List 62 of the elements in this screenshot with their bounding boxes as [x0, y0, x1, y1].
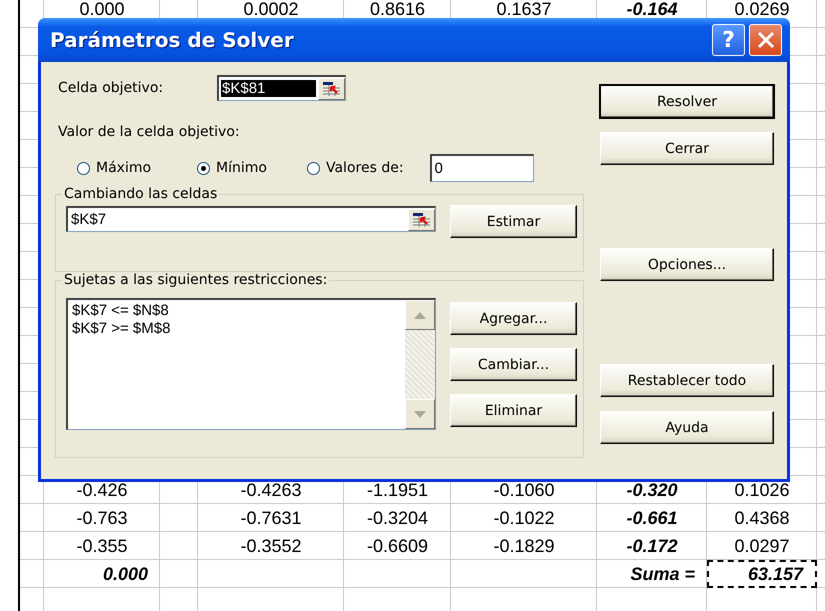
close-button[interactable] — [749, 24, 782, 56]
changing-cells-field[interactable]: $K$7 — [66, 206, 436, 232]
cell-value: -0.1829 — [493, 537, 555, 555]
cell-value: 0.1026 — [734, 481, 790, 499]
constraint-item[interactable]: $K$7 >= $M$8 — [72, 320, 401, 338]
scrollbar[interactable] — [405, 300, 435, 429]
cell-value: -0.172 — [626, 537, 678, 555]
dialog-button[interactable]: Resolver — [600, 85, 774, 118]
up-arrow-icon — [414, 312, 426, 318]
constraint-button[interactable]: Cambiar... — [450, 348, 577, 381]
range-select-button[interactable] — [318, 78, 345, 100]
cell-value: -0.1022 — [493, 509, 555, 527]
group-label: Cambiando las celdas — [63, 186, 218, 202]
value-input[interactable]: 0 — [430, 154, 534, 182]
cell-value: 0.8616 — [370, 0, 426, 18]
cell-value: -0.3552 — [240, 537, 302, 555]
cell-value: 0.000 — [102, 565, 148, 583]
range-select-icon — [412, 212, 430, 226]
range-select-button[interactable] — [408, 208, 435, 230]
constraints-list[interactable]: $K$7 <= $N$8 $K$7 >= $M$8 — [66, 298, 436, 430]
cell-value: 0.000 — [79, 0, 125, 18]
cell-value: 0.4368 — [734, 509, 790, 527]
cell-value: -0.763 — [76, 509, 128, 527]
target-cell-field[interactable]: $K$81 — [217, 75, 346, 101]
cell-value: -0.661 — [626, 509, 678, 527]
window-title: Parámetros de Solver — [50, 28, 295, 52]
range-select-icon — [322, 82, 340, 96]
value-label: Valor de la celda objetivo: — [57, 124, 241, 140]
radio-option[interactable]: Mínimo — [197, 160, 267, 176]
close-icon — [756, 31, 774, 49]
sum-label: Suma = — [630, 565, 695, 583]
dialog-button[interactable]: Restablecer todo — [600, 364, 774, 397]
dialog-button[interactable]: Ayuda — [600, 411, 774, 444]
cell-value: -0.320 — [626, 481, 678, 499]
cell-value: 0.0002 — [243, 0, 299, 18]
scroll-down-button[interactable] — [405, 399, 435, 429]
cell-value: -0.3204 — [366, 509, 428, 527]
cell-value: -0.164 — [626, 0, 678, 18]
cell-value: -1.1951 — [366, 481, 428, 499]
selected-cell[interactable]: 63.157 — [707, 560, 817, 588]
cell-value: 0.0297 — [734, 537, 790, 555]
dialog-button[interactable]: Opciones... — [600, 248, 774, 281]
group-label: Sujetas a las siguientes restricciones: — [63, 272, 328, 288]
estimate-button[interactable]: Estimar — [450, 205, 577, 238]
cell-value: -0.6609 — [366, 537, 428, 555]
radio-option[interactable]: Máximo — [77, 160, 152, 176]
scroll-up-button[interactable] — [405, 300, 435, 330]
cell-value: -0.1060 — [493, 481, 555, 499]
cell-value: -0.4263 — [240, 481, 302, 499]
cell-value: -0.7631 — [240, 509, 302, 527]
dialog-button[interactable]: Cerrar — [600, 132, 774, 165]
target-cell-label: Celda objetivo: — [58, 80, 164, 96]
down-arrow-icon — [414, 410, 426, 418]
cell-value: -0.355 — [76, 537, 128, 555]
constraint-button[interactable]: Eliminar — [450, 394, 577, 427]
cell-value: 0.0269 — [734, 0, 790, 18]
help-button[interactable]: ? — [712, 24, 745, 56]
constraint-item[interactable]: $K$7 <= $N$8 — [72, 302, 401, 320]
radio-option[interactable]: Valores de: — [306, 160, 404, 176]
constraint-button[interactable]: Agregar... — [450, 302, 577, 335]
cell-value: -0.426 — [76, 481, 128, 499]
cell-value: 0.1637 — [496, 0, 552, 18]
